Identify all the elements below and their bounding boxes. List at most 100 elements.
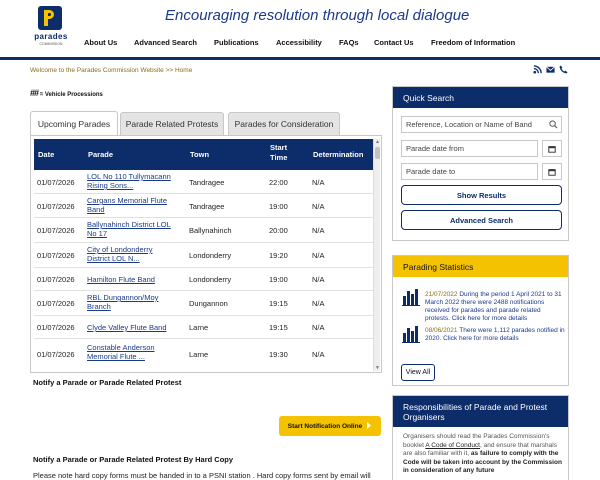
quick-search-panel: Quick Search Reference, Location or Name… [392,86,569,241]
row-time: 19:15 [269,323,288,332]
col-parade[interactable]: Parade [88,150,113,159]
search-icon[interactable] [549,120,558,131]
row-determination: N/A [312,350,325,359]
hardcopy-text: Please note hard copy forms must be hand… [33,471,371,480]
date-from-input[interactable]: Parade date from [401,140,538,157]
tab-parade-related-protests[interactable]: Parade Related Protests [120,112,224,135]
logo-p-icon [38,6,62,30]
nav-advanced-search[interactable]: Advanced Search [134,38,197,47]
nav-freedom-of-information[interactable]: Freedom of Information [431,38,515,47]
responsibilities-text: Organisers should read the Parades Commi… [403,433,563,476]
row-time: 19:15 [269,299,288,308]
nav-contact-us[interactable]: Contact Us [374,38,414,47]
arrow-right-icon [366,421,372,431]
advanced-search-button[interactable]: Advanced Search [401,210,562,230]
code-of-conduct-link[interactable]: A Code of Conduct [425,442,480,449]
hardcopy-heading: Notify a Parade or Parade Related Protes… [33,455,234,464]
row-parade-link[interactable]: LOL No 110 Tullymacann [87,172,171,181]
stat-item[interactable]: 08/06/2021 There were 1,112 parades noti… [425,327,565,343]
nav-faqs[interactable]: FAQs [339,38,359,47]
table-scrollbar[interactable]: ▲ ▼ [373,139,380,371]
site-tagline: Encouraging resolution through local dia… [165,7,470,24]
row-town: Londonderry [189,251,232,260]
row-parade-link[interactable]: District LOL N... [87,254,140,263]
table-header: Date Parade Town Start Time Determinatio… [34,139,373,170]
table-row: 01/07/2026 City of Londonderry District … [34,243,373,268]
phone-icon[interactable] [559,65,568,76]
table-row: 01/07/2026 Ballynahinch District LOL No … [34,218,373,243]
logo-wordmark: parades [34,32,68,41]
col-date[interactable]: Date [38,150,54,159]
row-parade-link[interactable]: Constable Anderson [87,343,155,352]
date-to-placeholder: Parade date to [406,167,456,176]
email-icon[interactable] [546,65,555,76]
rss-icon[interactable] [533,65,542,76]
row-date: 01/07/2026 [37,202,75,211]
search-input[interactable]: Reference, Location or Name of Band [401,116,562,133]
start-notification-button[interactable]: Start Notification Online [279,416,381,436]
row-town: Tandragee [189,178,225,187]
responsibilities-title: Responsibilities of Parade and Protest O… [393,396,568,427]
legend-symbol: ## [30,88,39,98]
row-parade-link[interactable]: Ballynahinch District LOL [87,220,171,229]
parades-commission-logo[interactable]: parades COMMISSION [30,6,72,46]
row-time: 19:30 [269,350,288,359]
col-determination[interactable]: Determination [313,150,363,159]
parading-statistics-panel: Parading Statistics 21/07/2022 During th… [392,255,569,386]
row-date: 01/07/2026 [37,323,75,332]
row-time: 22:00 [269,178,288,187]
stat-item[interactable]: 21/07/2022 During the period 1 April 202… [425,291,565,323]
nav-accessibility[interactable]: Accessibility [276,38,322,47]
calendar-icon[interactable] [542,140,562,157]
row-town: Larne [189,350,209,359]
scrollbar-thumb[interactable] [375,147,380,159]
row-determination: N/A [312,323,325,332]
show-results-button[interactable]: Show Results [401,185,562,205]
row-determination: N/A [312,202,325,211]
col-town[interactable]: Town [190,150,209,159]
table-row: 01/07/2026 RBL Dungannon/Moy Branch Dung… [34,291,373,316]
tab-parades-for-consideration[interactable]: Parades for Consideration [228,112,340,135]
row-date: 01/07/2026 [37,178,75,187]
responsibilities-panel: Responsibilities of Parade and Protest O… [392,395,569,480]
row-town: Londonderry [189,275,232,284]
header-divider [0,57,600,60]
logo-subtitle: COMMISSION [39,42,63,46]
row-determination: N/A [312,178,325,187]
row-parade-link[interactable]: Branch [87,302,111,311]
row-determination: N/A [312,275,325,284]
row-parade-link[interactable]: Memorial Flute ... [87,352,145,361]
row-date: 01/07/2026 [37,251,75,260]
tab-upcoming-parades[interactable]: Upcoming Parades [30,111,118,136]
breadcrumb[interactable]: Welcome to the Parades Commission Websit… [30,67,192,74]
nav-publications[interactable]: Publications [214,38,259,47]
row-town: Ballynahinch [189,226,232,235]
notify-heading: Notify a Parade or Parade Related Protes… [33,378,182,387]
row-date: 01/07/2026 [37,350,75,359]
row-parade-link[interactable]: City of Londonderry [87,245,152,254]
row-parade-link[interactable]: Rising Sons... [87,181,133,190]
row-parade-link[interactable]: Clyde Valley Flute Band [87,323,167,332]
stat-date: 21/07/2022 [425,291,458,298]
row-town: Tandragee [189,202,225,211]
nav-about-us[interactable]: About Us [84,38,117,47]
date-to-input[interactable]: Parade date to [401,163,538,180]
chart-icon [402,289,420,306]
row-parade-link[interactable]: Cargans Memorial Flute [87,196,167,205]
start-notification-label: Start Notification Online [287,422,363,430]
row-parade-link[interactable]: No 17 [87,229,107,238]
col-start-time-line1[interactable]: Start [270,143,287,152]
row-date: 01/07/2026 [37,275,75,284]
scroll-down-arrow-icon[interactable]: ▼ [374,365,381,371]
row-parade-link[interactable]: Band [87,205,105,214]
row-parade-link[interactable]: Hamilton Flute Band [87,275,155,284]
row-town: Dungannon [189,299,228,308]
row-time: 20:00 [269,226,288,235]
row-determination: N/A [312,299,325,308]
row-parade-link[interactable]: RBL Dungannon/Moy [87,293,158,302]
row-determination: N/A [312,251,325,260]
row-determination: N/A [312,226,325,235]
calendar-icon[interactable] [542,163,562,180]
view-all-button[interactable]: View All [401,364,435,381]
scroll-up-arrow-icon[interactable]: ▲ [374,139,381,145]
